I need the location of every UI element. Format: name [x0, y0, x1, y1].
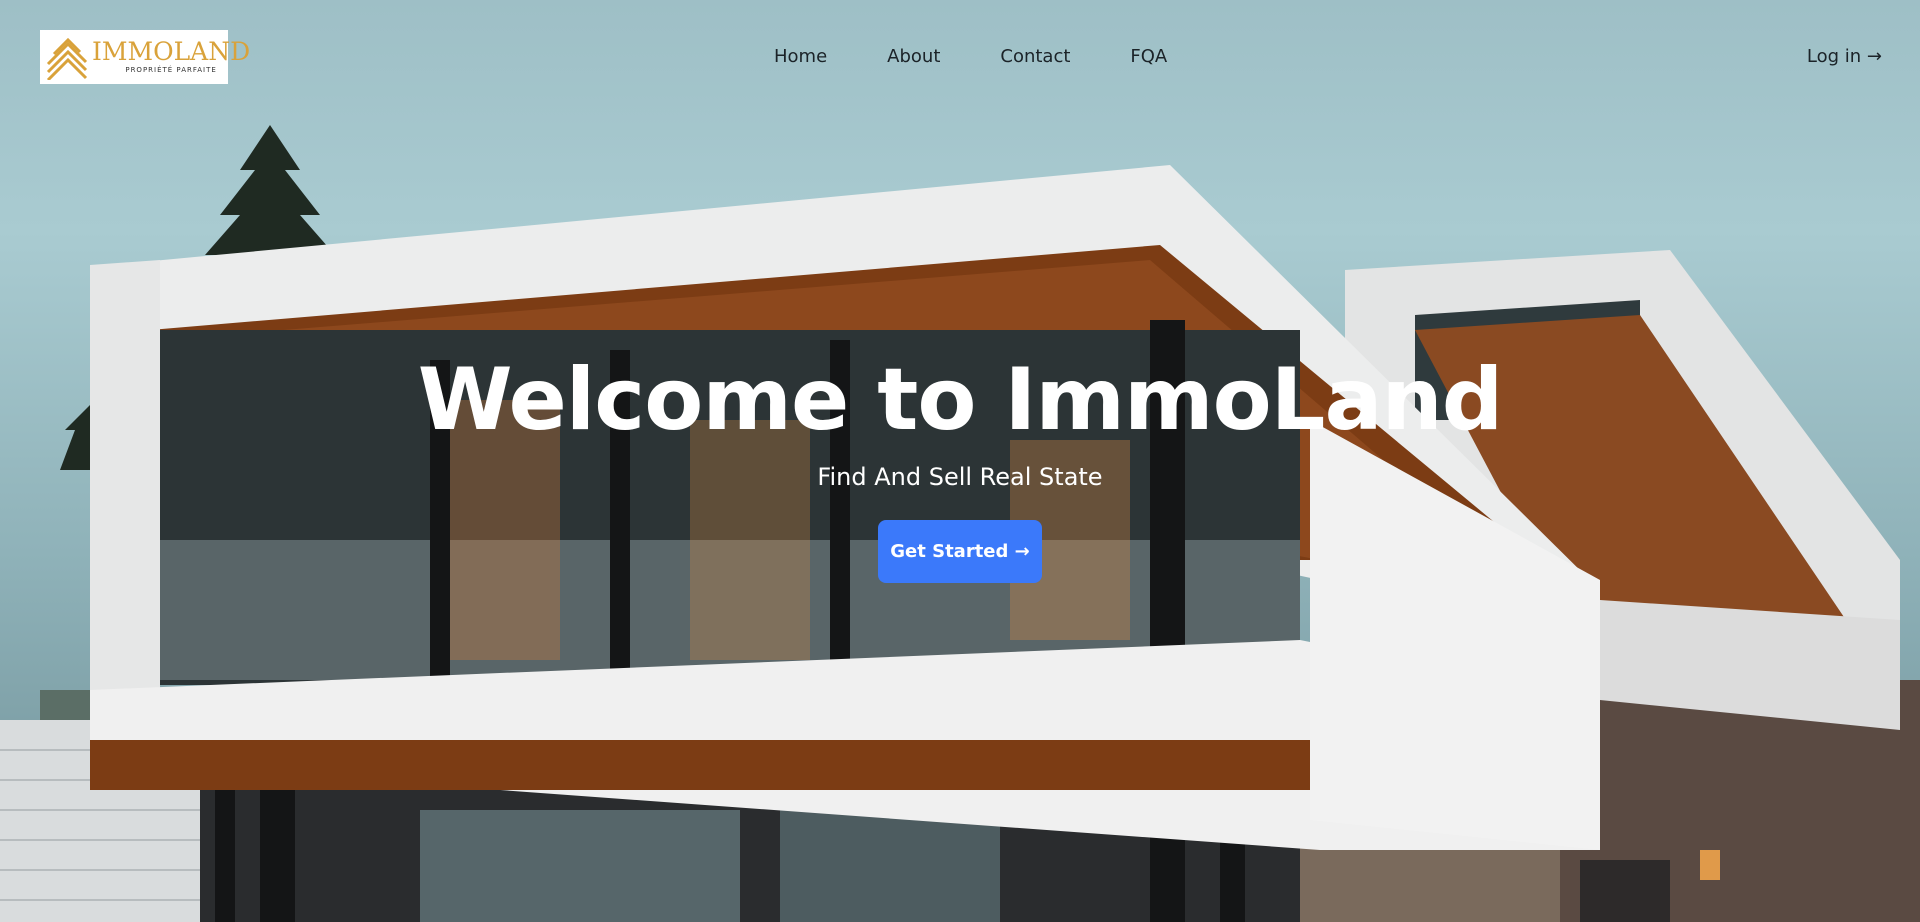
login-link[interactable]: Log in →: [1807, 46, 1882, 68]
brand-tagline: PROPRIÉTÉ PARFAITE: [125, 66, 217, 74]
hero-title: Welcome to ImmoLand: [417, 350, 1504, 450]
brand-logo[interactable]: IMMOLAND PROPRIÉTÉ PARFAITE: [40, 30, 250, 84]
brand-wordmark: IMMOLAND PROPRIÉTÉ PARFAITE: [92, 39, 250, 75]
main-nav: Home About Contact FQA: [774, 46, 1167, 68]
hero-section: IMMOLAND PROPRIÉTÉ PARFAITE Home About C…: [0, 0, 1920, 922]
nav-link-about[interactable]: About: [887, 46, 940, 68]
hero-subtitle: Find And Sell Real State: [817, 463, 1103, 491]
nav-link-home[interactable]: Home: [774, 46, 827, 68]
nav-link-fqa[interactable]: FQA: [1130, 46, 1167, 68]
nav-link-contact[interactable]: Contact: [1000, 46, 1070, 68]
brand-name: IMMOLAND: [92, 37, 251, 66]
roof-lines-logo-icon: [46, 37, 88, 80]
get-started-button[interactable]: Get Started →: [878, 520, 1042, 583]
site-header: IMMOLAND PROPRIÉTÉ PARFAITE Home About C…: [0, 0, 1920, 114]
hero-content: Welcome to ImmoLand Find And Sell Real S…: [0, 350, 1920, 583]
